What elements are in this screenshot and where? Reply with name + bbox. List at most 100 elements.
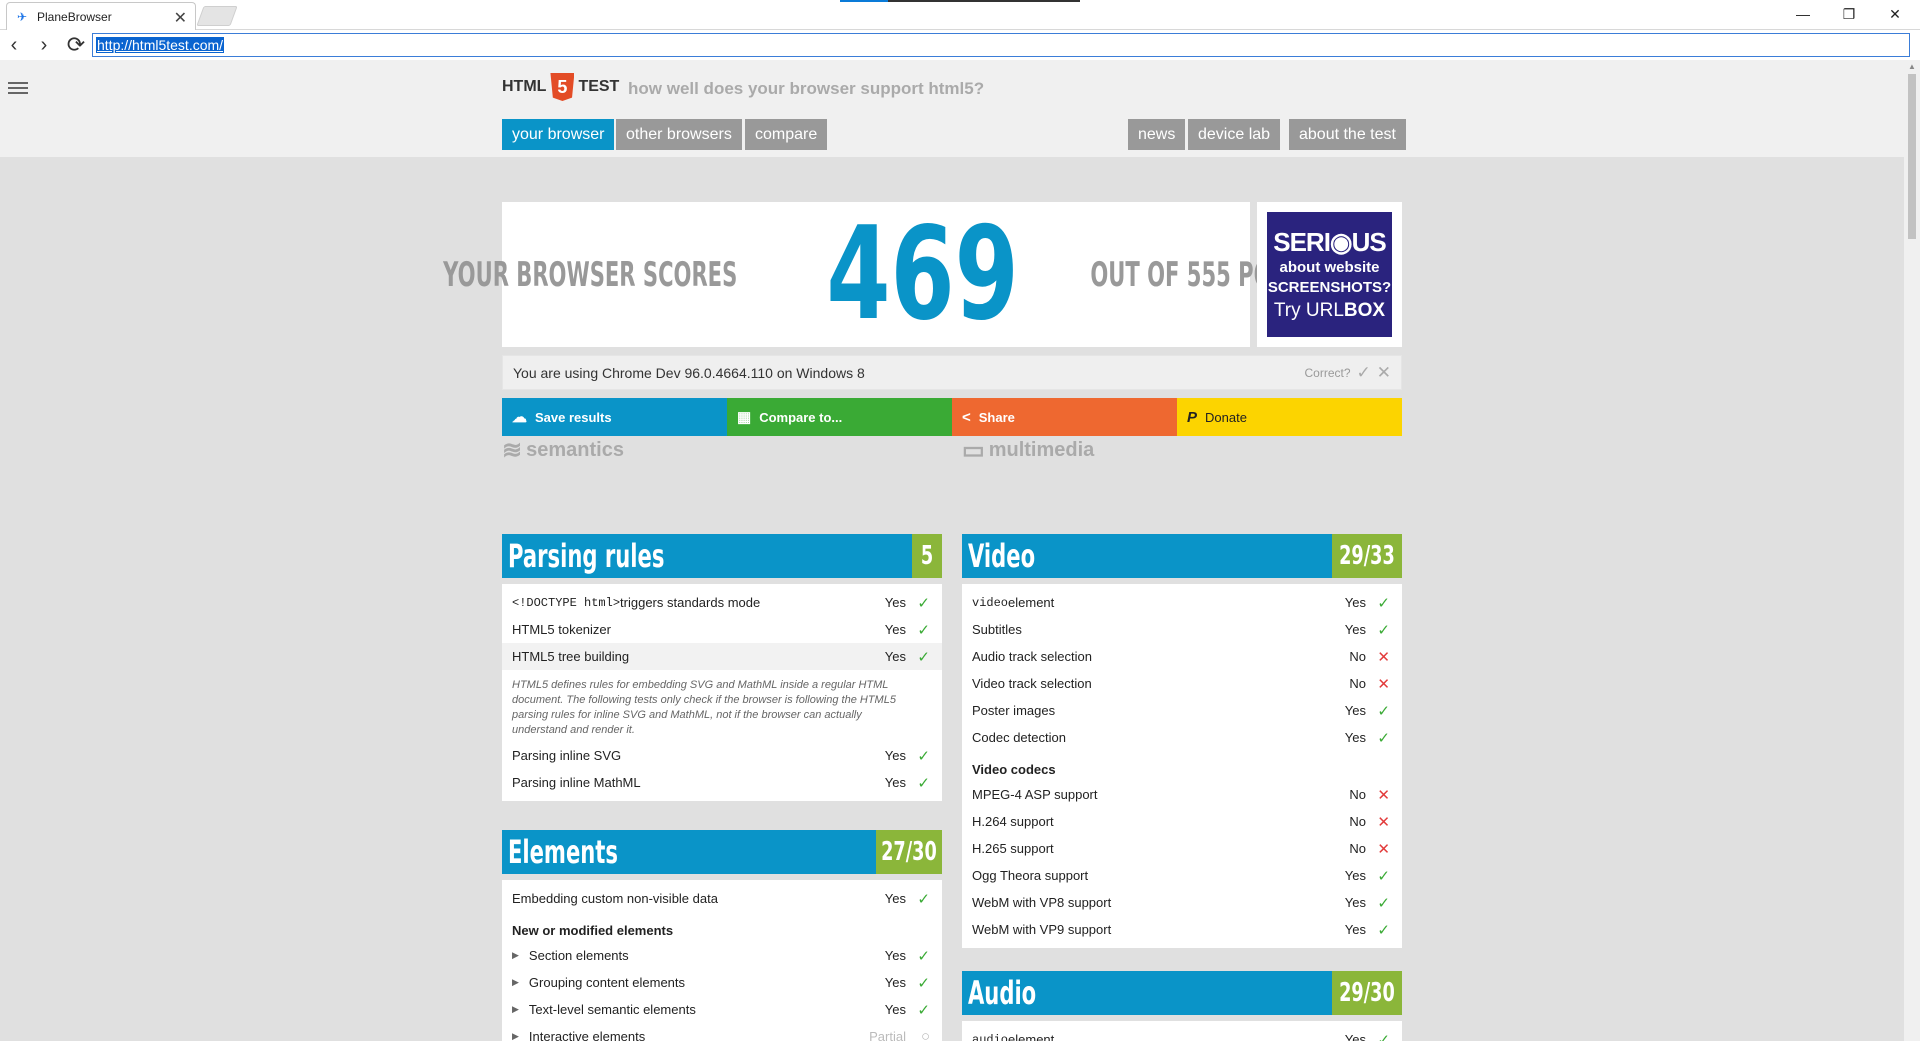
- test-code: video: [972, 595, 1009, 610]
- expand-triangle-icon[interactable]: ▶: [512, 1031, 519, 1041]
- check-icon: ✓: [1377, 867, 1390, 885]
- donate-button[interactable]: P Donate: [1177, 398, 1402, 436]
- test-row: Subtitles Yes ✓: [962, 616, 1402, 643]
- back-icon[interactable]: ‹: [2, 33, 26, 57]
- video-header[interactable]: Video 29/33: [962, 534, 1402, 578]
- test-result: No: [1349, 787, 1366, 802]
- test-row: HTML5 tree building Yes ✓: [502, 643, 942, 670]
- page-scrollbar[interactable]: ▲: [1904, 60, 1920, 1041]
- test-label: triggers standards mode: [620, 595, 761, 610]
- test-label: Subtitles: [972, 622, 1022, 637]
- test-row: audio element Yes ✓: [962, 1026, 1402, 1041]
- compare-to-label: Compare to...: [759, 409, 843, 425]
- audio-header[interactable]: Audio 29/30: [962, 971, 1402, 1015]
- address-bar[interactable]: http://html5test.com/: [92, 33, 1910, 57]
- share-button[interactable]: < Share: [952, 398, 1177, 436]
- minimize-button[interactable]: —: [1780, 0, 1826, 28]
- test-result: Yes: [1344, 868, 1366, 883]
- page-content: HTML 5 TEST how well does your browser s…: [0, 60, 1920, 1041]
- test-label: H.264 support: [972, 814, 1054, 829]
- test-label: element: [1008, 1032, 1055, 1041]
- tv-icon: ▭: [962, 437, 985, 464]
- test-result: Yes: [1344, 895, 1366, 910]
- nav-other-browsers[interactable]: other browsers: [616, 119, 742, 150]
- expand-triangle-icon[interactable]: ▶: [512, 1004, 519, 1015]
- test-label: Video track selection: [972, 676, 1092, 691]
- advertisement[interactable]: SERI◉US about website SCREENSHOTS? Try U…: [1257, 202, 1402, 347]
- test-result: Yes: [1344, 1032, 1366, 1041]
- test-row: Embedding custom non-visible data Yes ✓: [502, 885, 942, 912]
- reload-icon[interactable]: ⟳: [64, 32, 88, 57]
- site-header: HTML 5 TEST how well does your browser s…: [0, 60, 1904, 157]
- cross-icon: ✕: [1377, 648, 1390, 666]
- test-label: Poster images: [972, 703, 1056, 718]
- restore-button[interactable]: ❐: [1826, 0, 1872, 28]
- site-logo[interactable]: HTML 5 TEST: [502, 73, 619, 101]
- tab-close-icon[interactable]: ✕: [174, 8, 187, 28]
- nav-device-lab[interactable]: device lab: [1188, 119, 1281, 150]
- test-row: WebM with VP8 support Yes ✓: [962, 889, 1402, 916]
- score-panel: YOUR BROWSER SCORES 469 OUT OF 555 POINT…: [443, 202, 1327, 347]
- multimedia-label: multimedia: [988, 439, 1095, 461]
- address-toolbar: ‹ › ⟳ http://html5test.com/: [0, 30, 1920, 60]
- browser-detection-bar: You are using Chrome Dev 96.0.4664.110 o…: [502, 355, 1402, 390]
- expandable-test-row[interactable]: ▶ Grouping content elements Yes ✓: [502, 969, 942, 996]
- urlbox-ad-banner[interactable]: SERI◉US about website SCREENSHOTS? Try U…: [1267, 212, 1392, 337]
- test-result: No: [1349, 841, 1366, 856]
- test-result: Yes: [884, 748, 906, 763]
- section-title: Audio: [967, 974, 1037, 1012]
- test-result: Yes: [1344, 730, 1366, 745]
- expand-triangle-icon[interactable]: ▶: [512, 950, 519, 961]
- section-score: 5: [912, 534, 942, 578]
- test-result: Yes: [1344, 703, 1366, 718]
- test-label: MPEG-4 ASP support: [972, 787, 1098, 802]
- section-score: 29/33: [1332, 534, 1402, 578]
- scrollbar-thumb[interactable]: [1908, 74, 1916, 239]
- expandable-test-row[interactable]: ▶ Interactive elements Partial ○: [502, 1023, 942, 1041]
- compare-to-button[interactable]: ▦ Compare to...: [727, 398, 952, 436]
- test-row: HTML5 tokenizer Yes ✓: [502, 616, 942, 643]
- action-bar: ☁ Save results ▦ Compare to... < Share P…: [502, 398, 1402, 436]
- hamburger-menu-icon[interactable]: [8, 82, 28, 96]
- expandable-test-row[interactable]: ▶ Text-level semantic elements Yes ✓: [502, 996, 942, 1023]
- confirm-check-icon[interactable]: ✓: [1357, 363, 1371, 383]
- nav-about-the-test[interactable]: about the test: [1289, 119, 1406, 150]
- paypal-icon: P: [1187, 408, 1198, 426]
- nav-compare[interactable]: compare: [745, 119, 828, 150]
- elements-header[interactable]: Elements 27/30: [502, 830, 942, 874]
- expandable-test-row[interactable]: ▶ Section elements Yes ✓: [502, 942, 942, 969]
- section-score-value: 5: [920, 541, 934, 571]
- nav-news[interactable]: news: [1128, 119, 1186, 150]
- forward-icon[interactable]: ›: [32, 33, 56, 57]
- logo-html-text: HTML: [502, 78, 547, 95]
- save-results-button[interactable]: ☁ Save results: [502, 398, 727, 436]
- title-bar: ✈ PlaneBrowser ✕ — ❐ ✕: [0, 0, 1920, 30]
- expand-triangle-icon[interactable]: ▶: [512, 977, 519, 988]
- check-icon: ✓: [917, 594, 930, 612]
- check-icon: ✓: [917, 947, 930, 965]
- test-row: Parsing inline SVG Yes ✓: [502, 742, 942, 769]
- scroll-up-arrow-icon[interactable]: ▲: [1908, 62, 1916, 71]
- parsing-rules-header[interactable]: Parsing rules 5: [502, 534, 942, 578]
- new-tab-button[interactable]: [196, 6, 238, 26]
- test-label: Text-level semantic elements: [528, 1002, 696, 1017]
- test-row: WebM with VP9 support Yes ✓: [962, 916, 1402, 943]
- ad-line-2: about website: [1279, 259, 1380, 276]
- test-label: HTML5 tree building: [512, 649, 630, 664]
- test-result: No: [1349, 676, 1366, 691]
- html5-shield-icon: 5: [550, 73, 575, 101]
- cross-icon: ✕: [1377, 675, 1390, 693]
- reject-cross-icon[interactable]: ✕: [1377, 363, 1391, 383]
- test-result: No: [1349, 649, 1366, 664]
- test-result: Yes: [884, 649, 906, 664]
- window-close-button[interactable]: ✕: [1872, 0, 1918, 28]
- browser-tab[interactable]: ✈ PlaneBrowser ✕: [6, 2, 196, 30]
- ad-line-1: SERI◉US: [1273, 227, 1386, 257]
- audio-section: Audio 29/30 audio element Yes ✓: [962, 971, 1402, 1041]
- score-prefix: YOUR BROWSER SCORES: [442, 254, 738, 295]
- check-icon: ✓: [1377, 729, 1390, 747]
- nav-your-browser[interactable]: your browser: [502, 119, 615, 150]
- parsing-rules-body: <!DOCTYPE html> triggers standards mode …: [502, 584, 942, 801]
- check-icon: ✓: [1377, 894, 1390, 912]
- test-row: MPEG-4 ASP support No ✕: [962, 781, 1402, 808]
